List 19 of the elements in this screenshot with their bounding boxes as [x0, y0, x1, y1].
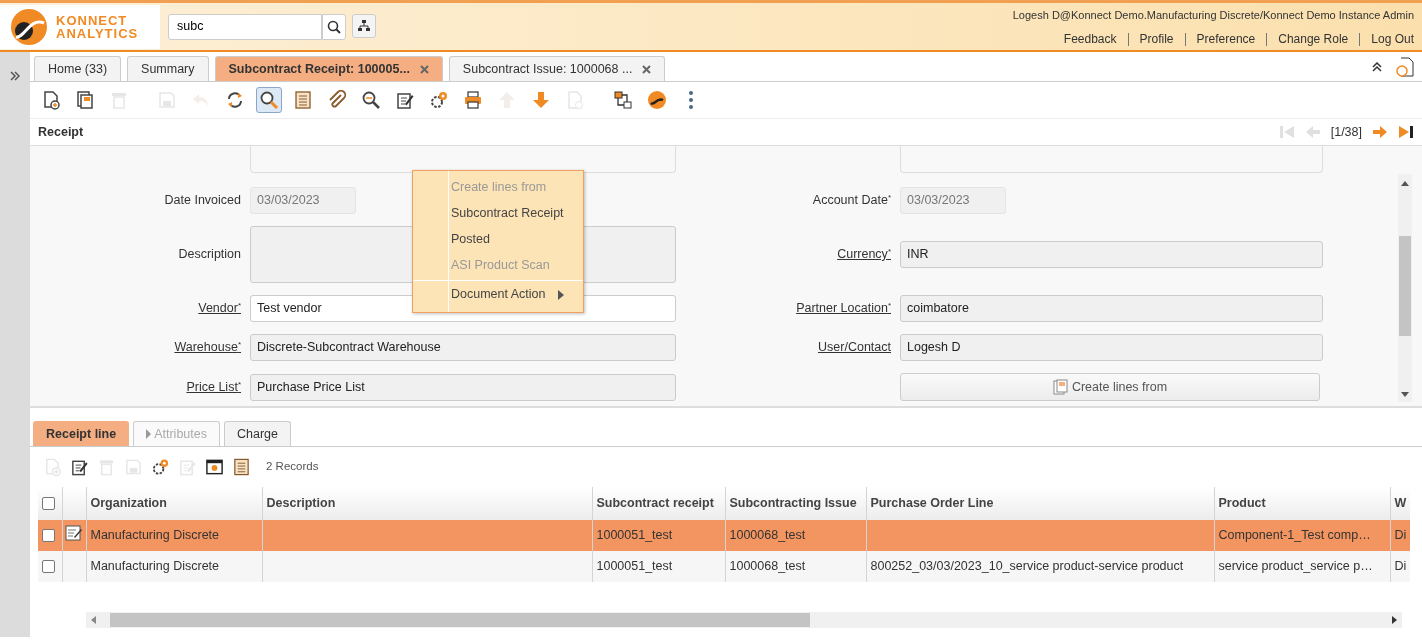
table-cell: 1000068_test — [725, 551, 866, 582]
logo: KONNECT ANALYTICS — [0, 4, 160, 49]
table-cell: Di — [1390, 551, 1410, 582]
panel-title: Receipt — [38, 123, 84, 141]
table-cell: Manufacturing Discrete — [86, 520, 262, 551]
table-cell: 1000068_test — [725, 520, 866, 551]
table-cell: 800252_03/03/2023_10_service product-service product — [866, 551, 1214, 582]
table-cell: Component-1_Test comp… — [1214, 520, 1390, 551]
table-cell: Di — [1390, 520, 1410, 551]
record-count: 2 Records — [266, 459, 319, 475]
table-cell: Manufacturing Discrete — [86, 551, 262, 582]
field-label: Account Date$^{*}$ — [811, 192, 892, 210]
user-info: Logesh D@Konnect Demo.Manufacturing Discrete/Konnect Demo Instance Admin — [1012, 8, 1414, 24]
field-label: Date Invoiced — [163, 192, 242, 210]
field-label: Description — [177, 246, 242, 264]
record-counter: [1/38] — [1330, 123, 1362, 141]
table-cell: 1000051_test — [592, 520, 725, 551]
table-cell: service product_service p… — [1214, 551, 1390, 582]
table-cell: 1000051_test — [592, 551, 725, 582]
